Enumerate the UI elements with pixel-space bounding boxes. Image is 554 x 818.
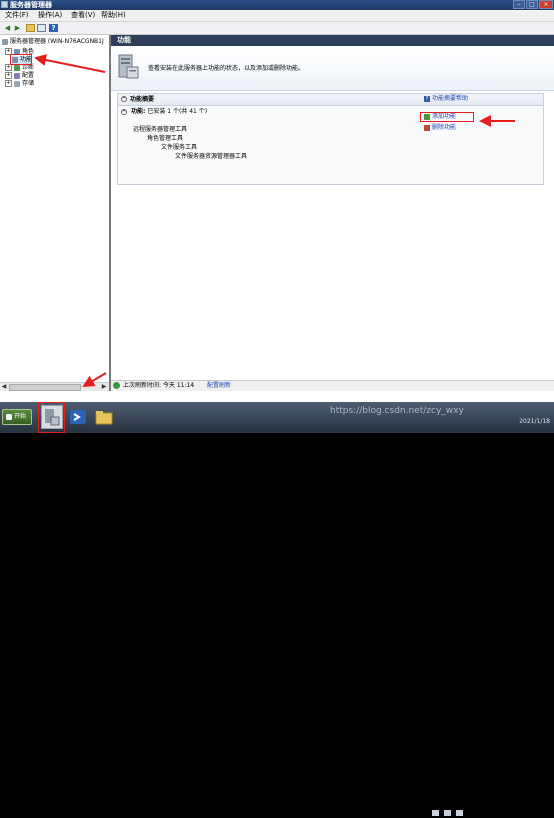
forward-icon[interactable]: ▶ <box>13 24 22 32</box>
minimize-button[interactable]: – <box>513 0 525 9</box>
collapse-icon[interactable]: ^ <box>121 109 127 116</box>
installed-count: 功能: 已安装 1 个(共 41 个) <box>131 108 208 115</box>
server-manager-window: 服务器管理器 – □ × 文件(F) 操作(A) 查看(V) 帮助(H) ◀ ▶… <box>0 0 554 402</box>
network-icon <box>432 810 439 816</box>
highlight-box-add-features <box>420 112 474 122</box>
explorer-taskbar-icon[interactable] <box>93 405 115 429</box>
start-button[interactable]: 开始 <box>2 409 32 425</box>
tree-horizontal-scrollbar[interactable]: ◀ ▶ <box>0 382 109 391</box>
help-icon[interactable]: ? <box>49 24 58 32</box>
scroll-thumb[interactable] <box>9 384 81 391</box>
watermark: https://blog.csdn.net/zcy_wxy <box>330 406 464 416</box>
system-tray <box>432 810 463 816</box>
up-folder-icon[interactable] <box>26 24 35 32</box>
close-button[interactable]: × <box>539 0 553 9</box>
title-bar: 服务器管理器 – □ × <box>0 0 554 10</box>
scroll-left-icon[interactable]: ◀ <box>0 383 8 391</box>
back-icon[interactable]: ◀ <box>3 24 12 32</box>
taskbar: 开始 2021/1/18 <box>0 402 554 816</box>
toolbar: ◀ ▶ ? <box>0 22 554 35</box>
scroll-right-icon[interactable]: ▶ <box>100 383 108 391</box>
status-bar: 上次刷新时间: 今天 11:14 配置刷新 <box>111 380 554 391</box>
navigation-tree: 服务器管理器 (WIN-N76ACGNB1J + 角色 功能 + 诊断 + 配置 + 存… <box>0 35 111 391</box>
tree-item-storage[interactable]: + 存储 <box>5 80 34 88</box>
summary-title: 功能摘要 <box>130 96 155 103</box>
show-hide-tree-icon[interactable] <box>37 24 46 32</box>
tree-item-configuration[interactable]: + 配置 <box>5 72 34 80</box>
app-icon <box>1 1 8 8</box>
summary-header: ^ 功能摘要 ? 功能摘要帮助 <box>118 94 543 106</box>
features-large-icon <box>118 54 139 79</box>
features-summary-panel: ^ 功能摘要 ? 功能摘要帮助 ^ 功能: 已安装 1 个(共 41 个) 远程服… <box>117 93 544 185</box>
storage-icon <box>14 80 20 87</box>
pane-header: 功能 <box>111 35 554 46</box>
expand-icon[interactable]: + <box>5 80 12 87</box>
window-title: 服务器管理器 <box>10 1 52 9</box>
last-refresh-text: 上次刷新时间: 今天 11:14 <box>123 382 195 389</box>
expand-icon[interactable]: + <box>5 64 12 71</box>
pane-title: 功能 <box>117 36 131 44</box>
tree-item-diagnostics[interactable]: + 诊断 <box>5 64 34 72</box>
menu-help[interactable]: 帮助(H) <box>101 11 126 20</box>
menu-view[interactable]: 查看(V) <box>71 11 95 20</box>
diagnostics-icon <box>14 64 20 71</box>
feature-item: 文件服务器资源管理器工具 <box>175 153 248 160</box>
page-description: 查看安装在此服务器上功能的状态，以及添加或删除功能。 <box>148 65 305 72</box>
windows-logo-icon <box>6 414 12 420</box>
configuration-icon <box>14 72 20 79</box>
menu-bar: 文件(F) 操作(A) 查看(V) 帮助(H) <box>0 10 554 22</box>
highlight-box-features <box>10 54 32 65</box>
feature-item: 角色管理工具 <box>147 135 184 142</box>
menu-file[interactable]: 文件(F) <box>5 11 29 20</box>
feature-item: 文件服务工具 <box>161 144 198 151</box>
server-icon <box>2 38 8 45</box>
refresh-icon[interactable] <box>113 382 120 389</box>
remove-features-icon <box>424 124 430 131</box>
feature-item: 远程服务器管理工具 <box>133 126 188 133</box>
maximize-button[interactable]: □ <box>526 0 538 9</box>
tray-date: 2021/1/18 <box>519 418 550 425</box>
remove-features-action[interactable]: 删除功能 <box>424 124 456 132</box>
volume-icon <box>444 810 451 816</box>
info-banner: 查看安装在此服务器上功能的状态，以及添加或删除功能。 <box>111 46 554 91</box>
tree-root[interactable]: 服务器管理器 (WIN-N76ACGNB1J <box>2 38 104 46</box>
expand-icon[interactable]: + <box>5 72 12 79</box>
collapse-icon[interactable]: ^ <box>121 96 127 103</box>
highlight-box-taskbar <box>38 402 65 433</box>
summary-help-action[interactable]: ? 功能摘要帮助 <box>424 95 468 103</box>
menu-action[interactable]: 操作(A) <box>38 11 62 20</box>
configure-refresh-link[interactable]: 配置刷新 <box>207 382 231 390</box>
main-pane: 功能 查看安装在此服务器上功能的状态，以及添加或删除功能。 ^ 功能摘要 ? 功能… <box>111 35 554 390</box>
help-icon: ? <box>424 95 430 102</box>
flag-icon <box>456 810 463 816</box>
powershell-taskbar-icon[interactable] <box>67 405 89 429</box>
